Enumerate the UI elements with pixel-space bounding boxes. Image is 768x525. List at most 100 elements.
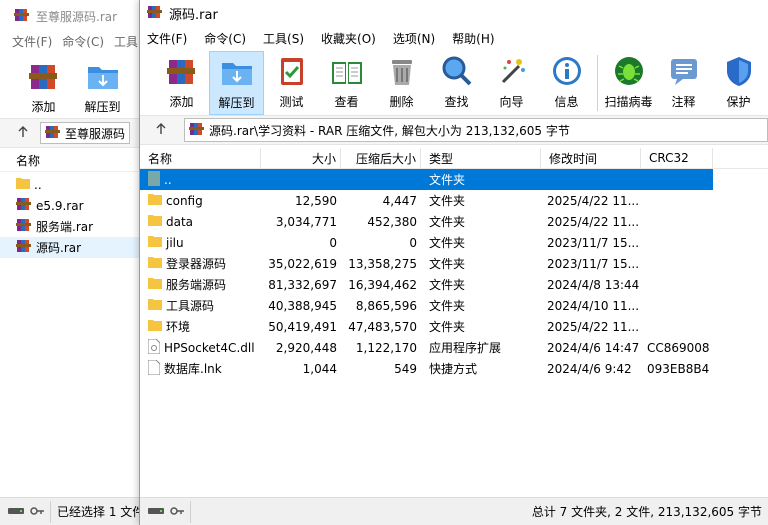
row-modified: 2024/4/6 9:42 [547,361,632,376]
comment-button[interactable]: 注释 [656,51,711,115]
column-header-size[interactable]: 大小 [261,147,341,169]
status-divider [50,500,51,523]
rar-icon [16,196,32,215]
row-modified: 2024/4/8 13:44 [547,277,640,292]
row-packed: 1,122,170 [355,340,417,355]
table-row[interactable]: 登录器源码 35,022,619 13,358,275 文件夹 2023/11/… [140,253,768,274]
folder-icon [148,256,162,271]
row-packed: 8,865,596 [355,298,417,313]
row-packed: 4,447 [382,193,417,208]
list-item[interactable]: 源码.rar [0,237,149,258]
row-name: 登录器源码 [166,257,227,271]
add-label: 添加 [169,95,194,109]
list-item[interactable]: 服务端.rar [0,216,149,237]
row-name: 环境 [166,320,191,334]
protect-button[interactable]: 保护 [711,51,766,115]
front-window-title: 源码.rar [169,8,218,23]
menu-favorites[interactable]: 收藏夹(O) [321,30,376,47]
back-menu-command[interactable]: 命令(C) [62,33,104,50]
list-item[interactable]: .. [0,174,149,195]
row-packed: 0 [409,235,417,250]
row-name: 数据库.lnk [164,362,222,376]
menu-tools[interactable]: 工具(S) [263,30,304,47]
find-button[interactable]: 查找 [429,51,484,115]
row-name: 服务端源码 [166,278,227,292]
scan-virus-button[interactable]: 扫描病毒 [601,51,656,115]
cell-name: 数据库.lnk [140,358,261,379]
back-menu-tools[interactable]: 工具 [114,33,138,50]
test-label: 测试 [279,95,304,109]
back-add-button[interactable]: 添加 [16,56,71,115]
extract-folder-icon [85,58,121,94]
menu-command[interactable]: 命令(C) [204,30,246,47]
row-type: 文件夹 [429,236,466,250]
add-button[interactable]: 添加 [154,51,209,115]
shortcut-file-icon [147,359,161,378]
back-title-bar[interactable]: 至尊服源码.rar [0,0,149,32]
row-type: 文件夹 [429,299,466,313]
row-packed [341,169,421,190]
cell-name: 工具源码 [140,295,261,316]
table-row[interactable]: HPSocket4C.dll 2,920,448 1,122,170 应用程序扩… [140,337,768,358]
back-column-name-label: 名称 [16,154,41,168]
wizard-label: 向导 [499,95,524,109]
back-add-label: 添加 [31,100,56,114]
column-header-crc[interactable]: CRC32 [641,147,713,169]
list-item-label: 源码.rar [36,241,82,255]
back-menu-file[interactable]: 文件(F) [12,33,52,50]
list-item[interactable]: e5.9.rar [0,195,149,216]
info-button[interactable]: 信息 [539,51,594,115]
table-row[interactable]: .. 文件夹 [140,169,768,190]
back-status-bar: 已经选择 1 文件 [0,497,149,525]
row-size: 3,034,771 [275,214,337,229]
row-size [261,169,341,190]
column-header-type[interactable]: 类型 [421,147,541,169]
row-size: 1,044 [302,361,337,376]
back-menu-bar: 文件(F) 命令(C) 工具 [0,32,149,50]
cell-name: 服务端源码 [140,274,261,295]
front-winrar-window: 源码.rar 文件(F) 命令(C) 工具(S) 收藏夹(O) 选项(N) 帮助… [139,0,768,525]
view-button[interactable]: 查看 [319,51,374,115]
row-size: 2,920,448 [275,340,337,355]
menu-options[interactable]: 选项(N) [393,30,435,47]
row-modified: 2024/4/10 11... [547,298,640,313]
row-type: 快捷方式 [429,362,478,376]
winrar-app-icon [14,7,30,26]
column-header-modified[interactable]: 修改时间 [541,147,641,169]
back-window-title: 至尊服源码.rar [36,9,118,24]
address-text: 源码.rar\学习资料 - RAR 压缩文件, 解包大小为 213,132,60… [209,123,570,138]
row-packed: 452,380 [367,214,417,229]
extract-to-button[interactable]: 解压到 [209,51,264,115]
row-modified [541,169,641,190]
address-field[interactable]: 源码.rar\学习资料 - RAR 压缩文件, 解包大小为 213,132,60… [184,118,768,142]
rar-icon [16,217,32,236]
table-row[interactable]: 服务端源码 81,332,697 16,394,462 文件夹 2024/4/8… [140,274,768,295]
trash-icon [384,53,420,89]
back-extract-label: 解压到 [84,100,121,114]
front-title-bar[interactable]: 源码.rar [140,0,768,27]
up-arrow-icon[interactable] [16,125,30,142]
cell-name: 登录器源码 [140,253,261,274]
folder-icon [148,193,162,208]
table-row[interactable]: data 3,034,771 452,380 文件夹 2025/4/22 11.… [140,211,768,232]
table-row[interactable]: jilu 0 0 文件夹 2023/11/7 15... [140,232,768,253]
back-column-name[interactable]: 名称 [0,150,149,172]
up-arrow-icon[interactable] [154,122,168,139]
delete-button[interactable]: 删除 [374,51,429,115]
table-row[interactable]: 工具源码 40,388,945 8,865,596 文件夹 2024/4/10 … [140,295,768,316]
column-header-name[interactable]: 名称 [140,147,261,169]
table-row[interactable]: 环境 50,419,491 47,483,570 文件夹 2025/4/22 1… [140,316,768,337]
menu-help[interactable]: 帮助(H) [452,30,494,47]
test-button[interactable]: 测试 [264,51,319,115]
row-size: 0 [329,235,337,250]
menu-file[interactable]: 文件(F) [147,30,187,47]
table-row[interactable]: config 12,590 4,447 文件夹 2025/4/22 11... [140,190,768,211]
row-modified: 2023/11/7 15... [547,235,640,250]
back-extract-button[interactable]: 解压到 [75,56,130,115]
row-crc: CC869008 [647,340,710,355]
table-row[interactable]: 数据库.lnk 1,044 549 快捷方式 2024/4/6 9:42 093… [140,358,768,379]
wizard-button[interactable]: 向导 [484,51,539,115]
column-header-packed[interactable]: 压缩后大小 [341,147,421,169]
back-address-field[interactable]: 至尊服源码 [40,122,130,144]
wand-icon [494,53,530,89]
